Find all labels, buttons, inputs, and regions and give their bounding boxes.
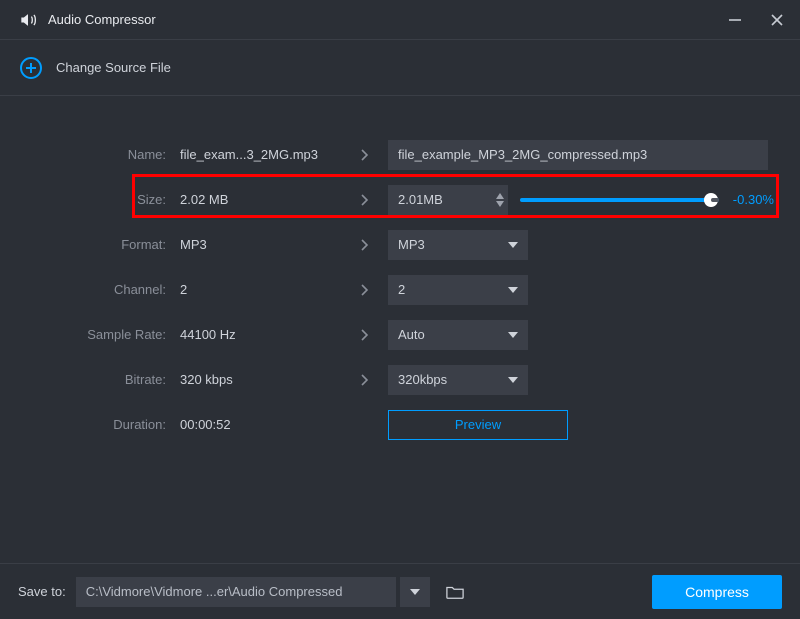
arrow-icon — [350, 193, 378, 207]
sample-rate-selected: Auto — [398, 327, 425, 342]
change-source-label[interactable]: Change Source File — [56, 60, 171, 75]
label-duration: Duration: — [0, 417, 180, 432]
target-size-value: 2.01MB — [398, 192, 443, 207]
save-path-dropdown[interactable] — [400, 577, 430, 607]
original-duration: 00:00:52 — [180, 417, 350, 432]
close-button[interactable] — [768, 11, 786, 29]
titlebar: Audio Compressor — [0, 0, 800, 40]
open-folder-button[interactable] — [440, 577, 470, 607]
footer: Save to: C:\Vidmore\Vidmore ...er\Audio … — [0, 563, 800, 619]
sample-rate-dropdown[interactable]: Auto — [388, 320, 528, 350]
speaker-waves-icon — [18, 10, 38, 30]
size-percent-label: -0.30% — [733, 192, 774, 207]
output-name-input[interactable]: file_example_MP3_2MG_compressed.mp3 — [388, 140, 768, 170]
original-name: file_exam...3_2MG.mp3 — [180, 147, 350, 162]
add-file-icon[interactable] — [20, 57, 42, 79]
arrow-icon — [350, 283, 378, 297]
row-size: Size: 2.02 MB 2.01MB -0.30% — [0, 177, 800, 222]
save-path-field[interactable]: C:\Vidmore\Vidmore ...er\Audio Compresse… — [76, 577, 396, 607]
row-bitrate: Bitrate: 320 kbps 320kbps — [0, 357, 800, 402]
label-channel: Channel: — [0, 282, 180, 297]
output-name-value: file_example_MP3_2MG_compressed.mp3 — [398, 147, 647, 162]
channel-dropdown[interactable]: 2 — [388, 275, 528, 305]
channel-selected: 2 — [398, 282, 405, 297]
save-path-value: C:\Vidmore\Vidmore ...er\Audio Compresse… — [86, 584, 343, 599]
chevron-down-icon — [508, 287, 518, 293]
arrow-icon — [350, 373, 378, 387]
chevron-down-icon — [508, 242, 518, 248]
minimize-button[interactable] — [726, 11, 744, 29]
label-size: Size: — [0, 192, 180, 207]
window-controls — [726, 11, 786, 29]
size-slider-wrap: -0.30% — [520, 192, 800, 207]
folder-icon — [446, 584, 464, 600]
label-sample-rate: Sample Rate: — [0, 327, 180, 342]
chevron-down-icon — [410, 589, 420, 595]
original-channel: 2 — [180, 282, 350, 297]
chevron-down-icon — [508, 332, 518, 338]
label-format: Format: — [0, 237, 180, 252]
label-bitrate: Bitrate: — [0, 372, 180, 387]
row-format: Format: MP3 MP3 — [0, 222, 800, 267]
row-channel: Channel: 2 2 — [0, 267, 800, 312]
slider-thumb[interactable] — [704, 193, 718, 207]
size-spinner[interactable]: 2.01MB — [388, 185, 508, 215]
bitrate-selected: 320kbps — [398, 372, 447, 387]
arrow-icon — [350, 328, 378, 342]
original-format: MP3 — [180, 237, 350, 252]
original-size: 2.02 MB — [180, 192, 350, 207]
arrow-icon — [350, 148, 378, 162]
save-to-label: Save to: — [18, 584, 66, 599]
format-selected: MP3 — [398, 237, 425, 252]
size-slider[interactable] — [520, 198, 719, 202]
row-duration: Duration: 00:00:52 Preview — [0, 402, 800, 447]
chevron-down-icon — [508, 377, 518, 383]
label-name: Name: — [0, 147, 180, 162]
format-dropdown[interactable]: MP3 — [388, 230, 528, 260]
original-bitrate: 320 kbps — [180, 372, 350, 387]
change-source-row: Change Source File — [0, 40, 800, 96]
row-name: Name: file_exam...3_2MG.mp3 file_example… — [0, 132, 800, 177]
app-title: Audio Compressor — [48, 12, 156, 27]
spin-down-icon[interactable] — [496, 201, 504, 207]
compress-button[interactable]: Compress — [652, 575, 782, 609]
arrow-icon — [350, 238, 378, 252]
form-area: Name: file_exam...3_2MG.mp3 file_example… — [0, 96, 800, 563]
app-logo: Audio Compressor — [18, 10, 156, 30]
preview-button[interactable]: Preview — [388, 410, 568, 440]
original-sample-rate: 44100 Hz — [180, 327, 350, 342]
row-sample-rate: Sample Rate: 44100 Hz Auto — [0, 312, 800, 357]
bitrate-dropdown[interactable]: 320kbps — [388, 365, 528, 395]
spin-up-icon[interactable] — [496, 193, 504, 199]
